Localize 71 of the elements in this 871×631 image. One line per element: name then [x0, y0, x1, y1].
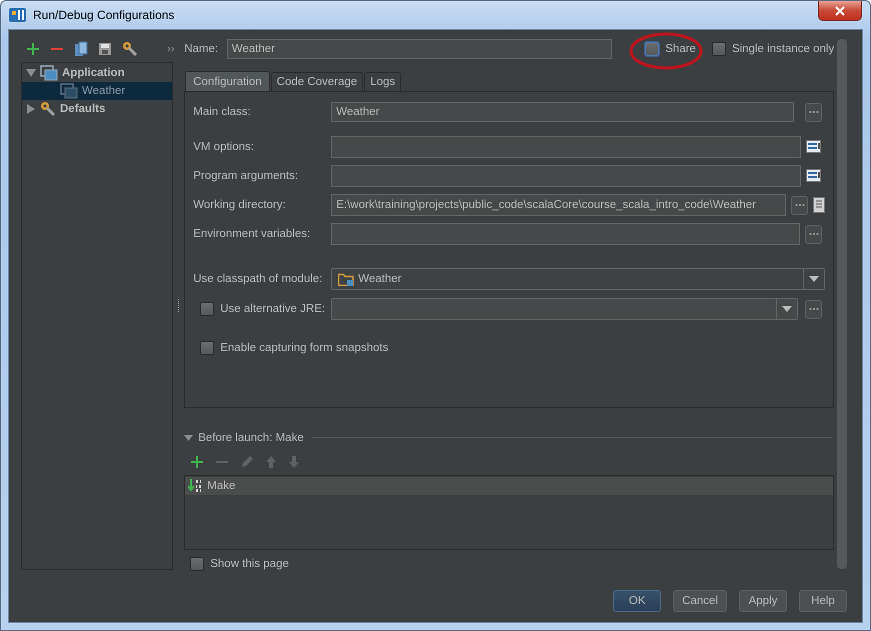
checkbox-label: Show this page — [210, 558, 289, 570]
folder-icon — [338, 272, 354, 286]
text-field[interactable]: Weather — [331, 102, 794, 122]
checkbox[interactable] — [645, 42, 660, 56]
arrow-down-icon[interactable] — [288, 455, 300, 470]
scrollbar[interactable] — [837, 39, 848, 569]
field-label: Main class: — [193, 106, 252, 118]
checkbox-label: Use alternative JRE: — [220, 303, 326, 315]
more-button[interactable]: ›› — [165, 43, 176, 55]
window-icon — [40, 65, 58, 81]
tab[interactable]: Logs — [364, 72, 402, 91]
dialog-button[interactable]: OK — [613, 590, 662, 612]
text-field[interactable] — [331, 136, 802, 158]
text-field[interactable] — [331, 223, 800, 245]
close-button[interactable] — [818, 1, 862, 21]
checkbox-label: Enable capturing form snapshots — [220, 342, 388, 354]
app-icon — [9, 7, 27, 23]
text-field[interactable] — [331, 165, 802, 187]
copy-icon[interactable] — [74, 41, 88, 57]
document-icon[interactable] — [813, 197, 826, 213]
checkbox[interactable] — [200, 341, 214, 355]
field-label: Use classpath of module: — [193, 273, 324, 285]
field-label: Program arguments: — [193, 170, 300, 182]
tree-item[interactable]: Weather — [22, 82, 172, 100]
window-title: Run/Debug Configurations — [33, 8, 174, 22]
checkbox-label: Share — [665, 43, 696, 55]
tree-item[interactable]: Defaults — [22, 100, 172, 118]
field-label: VM options: — [193, 141, 255, 153]
ellipsis-icon — [808, 232, 819, 236]
window-icon — [60, 83, 78, 99]
arrow-up-icon[interactable] — [265, 455, 278, 470]
expand-editor-icon[interactable] — [806, 168, 822, 184]
save-icon[interactable] — [98, 42, 112, 56]
section-title: Before launch: Make — [198, 432, 304, 444]
tree-item[interactable]: Application — [22, 64, 172, 82]
checkbox-label: Single instance only — [732, 43, 834, 55]
splitter-handle-icon[interactable] — [176, 298, 180, 312]
browse-button[interactable] — [805, 102, 822, 122]
checkbox[interactable] — [200, 302, 214, 316]
caret-down-icon — [809, 276, 820, 282]
expand-editor-icon[interactable] — [806, 139, 822, 155]
field-label: Working directory: — [193, 199, 287, 211]
task-item[interactable]: Make — [185, 477, 834, 496]
dialog-button[interactable]: Apply — [739, 590, 787, 612]
ellipsis-icon — [808, 110, 819, 114]
expanded-arrow-icon[interactable] — [26, 68, 36, 78]
checkbox[interactable] — [712, 42, 726, 56]
add-icon[interactable] — [190, 455, 204, 470]
wrench-icon — [40, 101, 56, 117]
pencil-icon[interactable] — [240, 455, 254, 470]
tab[interactable]: Code Coverage — [270, 72, 364, 91]
name-field[interactable]: Weather — [226, 39, 612, 59]
text-field[interactable]: E:\work\training\projects\public_code\scalaCore\course_scala_intro_code\Weather — [331, 194, 786, 216]
checkbox[interactable] — [190, 557, 204, 572]
ellipsis-icon — [794, 203, 805, 207]
dialog-button[interactable]: Help — [799, 590, 847, 612]
collapsed-arrow-icon[interactable] — [26, 104, 36, 114]
close-icon — [835, 6, 845, 16]
wrench-icon[interactable] — [122, 41, 138, 57]
dialog-button[interactable]: Cancel — [673, 590, 727, 612]
browse-button[interactable] — [805, 300, 822, 318]
field-label: Name: — [184, 43, 220, 55]
browse-button[interactable] — [805, 224, 822, 244]
ellipsis-icon — [808, 307, 819, 311]
expanded-arrow-icon[interactable] — [184, 433, 194, 442]
browse-button[interactable] — [791, 196, 808, 214]
field-label: Environment variables: — [193, 228, 312, 240]
module-dropdown[interactable]: Weather — [331, 268, 826, 290]
tab[interactable]: Configuration — [185, 71, 270, 91]
add-icon[interactable] — [26, 42, 40, 56]
caret-down-icon — [782, 306, 792, 312]
